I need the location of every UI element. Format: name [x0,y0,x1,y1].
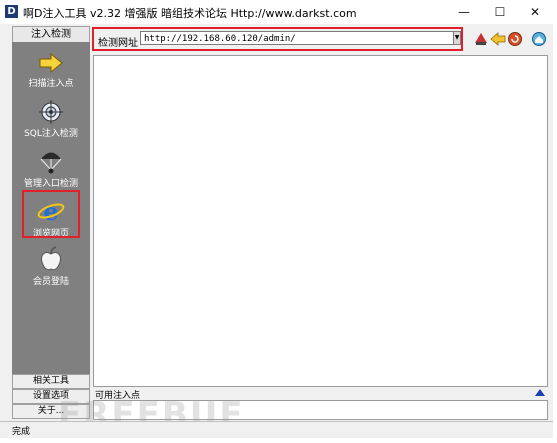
maximize-button[interactable]: ☐ [482,0,518,24]
tool-member-login[interactable]: 会员登陆 [12,246,90,287]
title-bar: D 啊D注入工具 v2.32 增强版 暗组技术论坛 Http://www.dar… [0,0,553,24]
tool-sql-inject[interactable]: SQL注入检测 [12,100,90,139]
tool-label: 管理入口检测 [23,179,78,189]
parachute-icon [40,152,62,174]
stop-icon[interactable] [473,31,489,47]
tool-label: SQL注入检测 [24,129,78,139]
arrow-right-icon [39,52,63,74]
tool-scan-inject[interactable]: 扫描注入点 [12,52,90,89]
highlight-box [92,27,463,51]
panel-header-inject-detect[interactable]: 注入检测 [12,26,90,43]
apple-icon [41,246,61,271]
tool-label: 扫描注入点 [28,79,74,89]
tool-label: 会员登陆 [32,277,69,287]
home-icon[interactable] [531,31,547,47]
status-bar: 完成 [0,421,553,438]
refresh-icon[interactable] [507,31,523,47]
close-button[interactable]: ✕ [517,0,553,24]
tool-admin-detect[interactable]: 管理入口检测 [12,148,90,189]
target-icon [39,100,63,124]
highlight-box [22,190,80,238]
back-icon[interactable] [490,31,506,47]
related-tools-button[interactable]: 相关工具 [12,374,90,389]
expand-arrow-icon[interactable] [535,389,545,396]
status-text: 完成 [12,427,31,437]
main-window: D 啊D注入工具 v2.32 增强版 暗组技术论坛 Http://www.dar… [0,0,554,438]
window-title: 啊D注入工具 v2.32 增强版 暗组技术论坛 Http://www.darks… [23,7,357,20]
minimize-button[interactable]: — [446,0,482,24]
browser-view[interactable] [93,55,548,387]
background-strip [553,0,557,443]
app-icon: D [5,5,18,18]
